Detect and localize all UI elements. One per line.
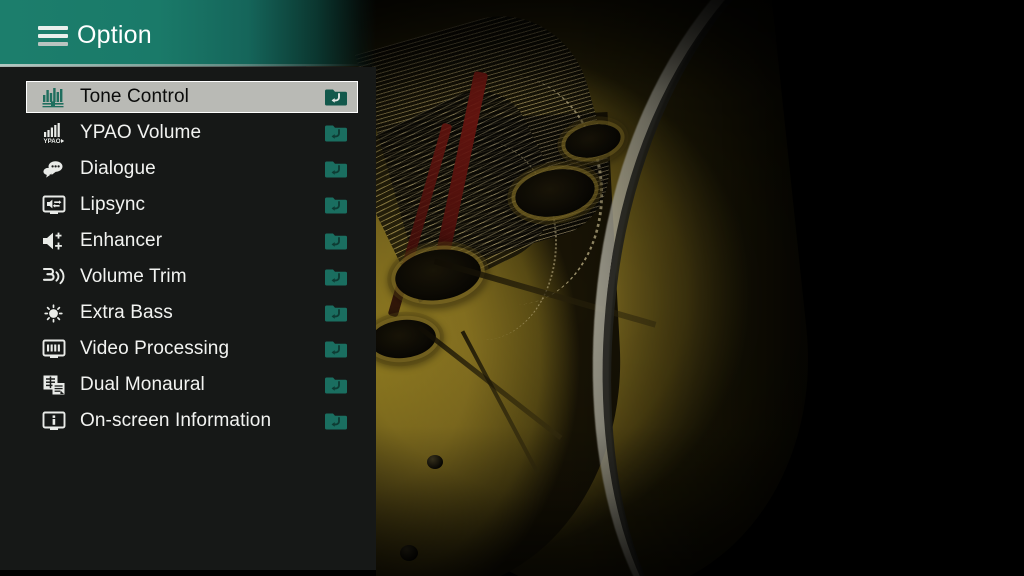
- speech-bubble-icon: [41, 157, 67, 181]
- menu-item-enhancer[interactable]: Enhancer: [26, 225, 358, 257]
- enter-folder-icon[interactable]: [325, 269, 347, 286]
- enter-folder-icon[interactable]: [325, 197, 347, 214]
- menu-item-dialogue[interactable]: Dialogue: [26, 153, 358, 185]
- menu-item-label: YPAO Volume: [80, 122, 202, 143]
- menu-item-label: On-screen Information: [80, 410, 272, 431]
- equalizer-icon: [41, 85, 67, 109]
- menu-item-lipsync[interactable]: Lipsync: [26, 189, 358, 221]
- extra-bass-icon: [41, 301, 67, 325]
- menu-item-ypao-volume[interactable]: YPAO YPAO Volume: [26, 117, 358, 149]
- enter-folder-icon[interactable]: [325, 233, 347, 250]
- option-menu-list: Tone Control YPAO YPAO Volume Dialogue L…: [0, 67, 376, 441]
- enter-folder-icon[interactable]: [325, 305, 347, 322]
- enter-folder-icon[interactable]: [325, 377, 347, 394]
- menu-item-label: Video Processing: [80, 338, 230, 359]
- info-screen-icon: [41, 409, 67, 433]
- menu-item-on-screen-information[interactable]: On-screen Information: [26, 405, 358, 437]
- svg-text:YPAO: YPAO: [44, 138, 61, 144]
- enter-folder-icon[interactable]: [325, 413, 347, 430]
- menu-item-label: Extra Bass: [80, 302, 173, 323]
- enter-folder-icon[interactable]: [325, 125, 347, 142]
- speaker-plus-icon: [41, 229, 67, 253]
- hamburger-icon[interactable]: [38, 26, 68, 46]
- page-title: Option: [77, 21, 152, 49]
- ypao-icon: YPAO: [41, 121, 67, 145]
- av-receiver-osd-screen: Option Tone Control YPAO YPAO Volume Dia…: [0, 0, 1024, 576]
- menu-item-label: Lipsync: [80, 194, 146, 215]
- volume-trim-icon: [41, 265, 67, 289]
- menu-item-label: Volume Trim: [80, 266, 187, 287]
- enter-folder-icon[interactable]: [325, 341, 347, 358]
- panel-bottom-strip: [0, 570, 376, 576]
- menu-item-label: Tone Control: [80, 86, 189, 107]
- menu-item-tone-control[interactable]: Tone Control: [26, 81, 358, 113]
- option-header-bar: Option: [0, 0, 376, 66]
- menu-item-label: Dual Monaural: [80, 374, 205, 395]
- menu-item-extra-bass[interactable]: Extra Bass: [26, 297, 358, 329]
- enter-folder-icon[interactable]: [325, 89, 347, 106]
- enter-folder-icon[interactable]: [325, 161, 347, 178]
- dual-monaural-icon: [41, 373, 67, 397]
- menu-item-volume-trim[interactable]: Volume Trim: [26, 261, 358, 293]
- menu-item-label: Enhancer: [80, 230, 163, 251]
- video-screen-icon: [41, 337, 67, 361]
- menu-item-dual-monaural[interactable]: Dual Monaural: [26, 369, 358, 401]
- lipsync-icon: [41, 193, 67, 217]
- menu-item-video-processing[interactable]: Video Processing: [26, 333, 358, 365]
- menu-item-label: Dialogue: [80, 158, 156, 179]
